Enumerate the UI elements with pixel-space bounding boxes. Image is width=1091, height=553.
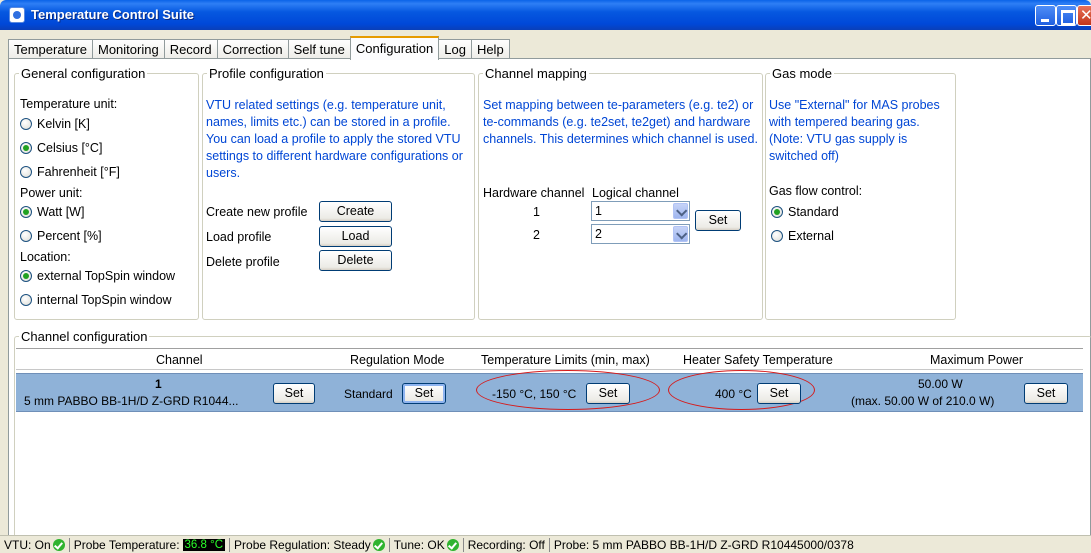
channel-configuration-title: Channel configuration xyxy=(21,329,148,344)
mapping-set-button[interactable]: Set xyxy=(695,210,741,231)
tab-self-tune[interactable]: Self tune xyxy=(287,39,351,60)
column-header-maximum-power[interactable]: Maximum Power xyxy=(930,353,1023,367)
temperature-unit-label: Temperature unit: xyxy=(20,97,118,111)
profile-description: VTU related settings (e.g. temperature u… xyxy=(206,98,463,180)
status-probe-temperature: Probe Temperature: 36.8 °C xyxy=(70,537,231,552)
radio-icon xyxy=(20,118,32,130)
tab-record[interactable]: Record xyxy=(163,39,218,60)
radio-selected-icon xyxy=(771,206,783,218)
power-unit-label: Power unit: xyxy=(20,186,83,200)
maximize-button[interactable] xyxy=(1056,5,1077,26)
gas-flow-control-label: Gas flow control: xyxy=(769,184,863,198)
radio-icon xyxy=(20,166,32,178)
status-probe-regulation: Probe Regulation: Steady xyxy=(230,537,390,552)
regulation-mode-value: Standard xyxy=(344,387,393,401)
radio-gas-external[interactable]: External xyxy=(771,229,834,243)
load-profile-button[interactable]: Load xyxy=(319,226,392,247)
minimize-button[interactable] xyxy=(1035,5,1056,26)
ok-check-icon xyxy=(372,538,385,551)
regulation-set-button[interactable]: Set xyxy=(402,383,446,404)
delete-profile-button[interactable]: Delete xyxy=(319,250,392,271)
maximum-power-detail: (max. 50.00 W of 210.0 W) xyxy=(851,394,995,408)
radio-gas-standard[interactable]: Standard xyxy=(771,205,839,219)
channel-mapping-description: Set mapping between te-parameters (e.g. … xyxy=(483,98,758,146)
column-header-temperature-limits[interactable]: Temperature Limits (min, max) xyxy=(481,353,650,367)
load-profile-label: Load profile xyxy=(206,230,272,244)
temperature-limits-value: -150 °C, 150 °C xyxy=(492,387,577,401)
column-header-heater-safety[interactable]: Heater Safety Temperature xyxy=(683,353,833,367)
logical-channel-1-select[interactable]: 1 xyxy=(591,201,690,221)
app-window: Temperature Control Suite Temperature Mo… xyxy=(0,0,1091,553)
ok-check-icon xyxy=(446,538,459,551)
channel-set-button[interactable]: Set xyxy=(273,383,315,404)
radio-selected-icon xyxy=(20,270,32,282)
radio-fahrenheit[interactable]: Fahrenheit [°F] xyxy=(20,165,120,179)
radio-selected-icon xyxy=(20,206,32,218)
radio-internal-topspin[interactable]: internal TopSpin window xyxy=(20,293,172,307)
status-vtu: VTU: On xyxy=(0,537,70,552)
general-configuration-title: General configuration xyxy=(21,66,146,81)
status-bar: VTU: On Probe Temperature: 36.8 °C Probe … xyxy=(0,535,1091,553)
radio-icon xyxy=(20,294,32,306)
app-icon xyxy=(9,7,25,23)
create-profile-label: Create new profile xyxy=(206,205,308,219)
channel-table-header: Channel Regulation Mode Temperature Limi… xyxy=(16,348,1083,370)
channel-number: 1 xyxy=(155,377,162,391)
probe-temperature-value: 36.8 °C xyxy=(182,538,226,551)
maximum-power-value: 50.00 W xyxy=(918,377,963,391)
delete-profile-label: Delete profile xyxy=(206,255,280,269)
ok-check-icon xyxy=(52,538,65,551)
limits-set-button[interactable]: Set xyxy=(586,383,630,404)
heater-safety-value: 400 °C xyxy=(715,387,752,401)
tab-log[interactable]: Log xyxy=(438,39,472,60)
close-button[interactable] xyxy=(1077,5,1091,26)
window-title: Temperature Control Suite xyxy=(31,7,195,22)
radio-selected-icon xyxy=(20,142,32,154)
tab-help[interactable]: Help xyxy=(470,39,510,60)
radio-percent[interactable]: Percent [%] xyxy=(20,229,102,243)
radio-kelvin[interactable]: Kelvin [K] xyxy=(20,117,90,131)
status-tune: Tune: OK xyxy=(390,537,464,552)
configuration-panel: General configuration Temperature unit: … xyxy=(8,58,1091,544)
gas-mode-description: Use "External" for MAS probes with tempe… xyxy=(769,98,940,163)
radio-celsius[interactable]: Celsius [°C] xyxy=(20,141,102,155)
channel-table-row[interactable]: 1 5 mm PABBO BB-1H/D Z-GRD R1044... Set … xyxy=(16,370,1083,412)
tab-correction[interactable]: Correction xyxy=(216,39,289,60)
channel-mapping-title: Channel mapping xyxy=(485,66,587,81)
hardware-channel-1: 1 xyxy=(533,205,540,219)
title-bar[interactable]: Temperature Control Suite xyxy=(0,0,1091,30)
status-probe: Probe: 5 mm PABBO BB-1H/D Z-GRD R1044500… xyxy=(553,537,854,552)
create-profile-button[interactable]: Create xyxy=(319,201,392,222)
logical-channel-2-select[interactable]: 2 xyxy=(591,224,690,244)
hardware-channel-2: 2 xyxy=(533,228,540,242)
radio-external-topspin[interactable]: external TopSpin window xyxy=(20,269,175,283)
location-label: Location: xyxy=(20,250,71,264)
channel-probe-name: 5 mm PABBO BB-1H/D Z-GRD R1044... xyxy=(24,394,239,408)
chevron-down-icon[interactable] xyxy=(673,203,688,219)
gas-mode-title: Gas mode xyxy=(772,66,832,81)
column-header-regulation-mode[interactable]: Regulation Mode xyxy=(350,353,445,367)
tab-monitoring[interactable]: Monitoring xyxy=(91,39,165,60)
logical-channel-header: Logical channel xyxy=(592,186,679,200)
tab-temperature[interactable]: Temperature xyxy=(8,39,93,60)
safety-set-button[interactable]: Set xyxy=(757,383,801,404)
chevron-down-icon[interactable] xyxy=(673,226,688,242)
hardware-channel-header: Hardware channel xyxy=(483,186,585,200)
radio-icon xyxy=(20,230,32,242)
column-header-channel[interactable]: Channel xyxy=(156,353,203,367)
radio-icon xyxy=(771,230,783,242)
status-recording: Recording: Off xyxy=(464,537,550,552)
power-set-button[interactable]: Set xyxy=(1024,383,1068,404)
tab-bar: Temperature Monitoring Record Correction… xyxy=(8,36,510,60)
tab-configuration[interactable]: Configuration xyxy=(349,36,440,60)
profile-configuration-title: Profile configuration xyxy=(209,66,324,81)
radio-watt[interactable]: Watt [W] xyxy=(20,205,84,219)
